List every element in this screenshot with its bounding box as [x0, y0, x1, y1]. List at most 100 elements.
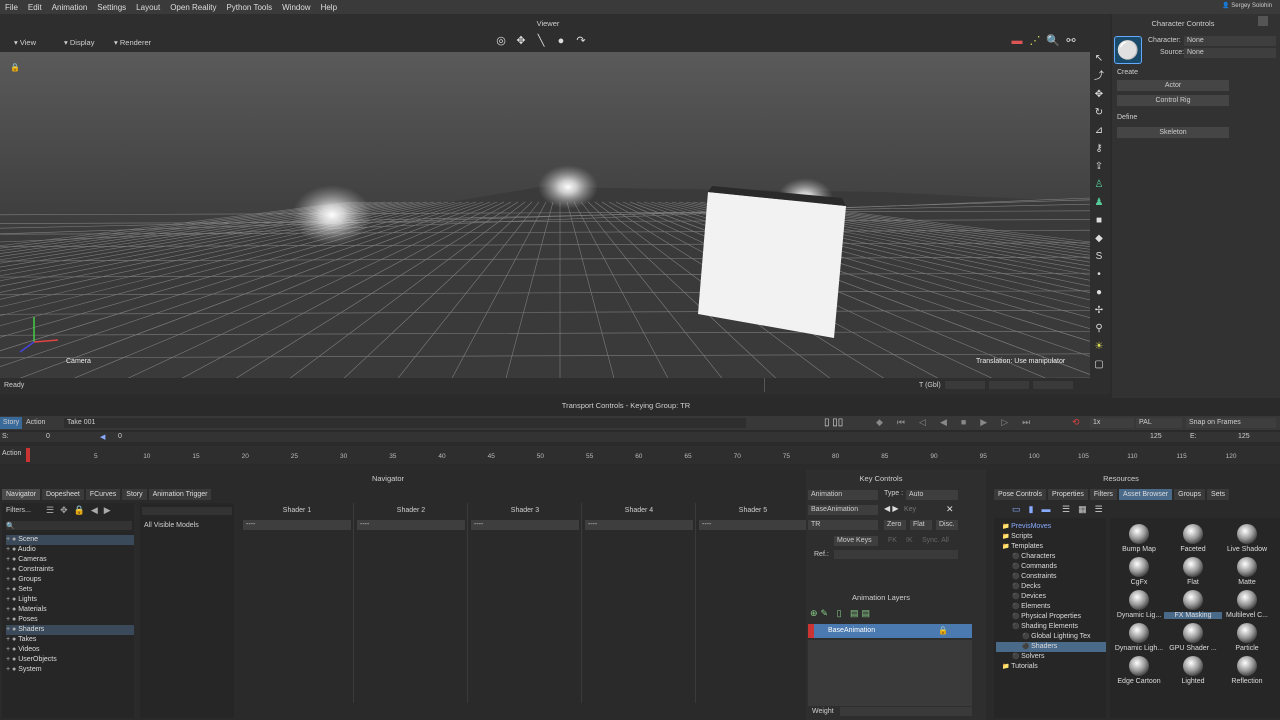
cube-icon[interactable]: ■ [1092, 214, 1106, 228]
asset-item[interactable]: FX Masking [1164, 588, 1222, 621]
asset-tree-item[interactable]: ⚫ Shaders [996, 642, 1106, 652]
asset-item[interactable]: Particle [1218, 621, 1276, 654]
search-2d-icon[interactable]: 🔍 [1046, 34, 1060, 48]
zoom-icon[interactable]: ● [554, 34, 568, 48]
key-nav-icons[interactable]: ◀ ▶ [884, 504, 899, 513]
asset-tree-item[interactable]: ⚫ Constraints [996, 572, 1106, 582]
display-button[interactable]: ▾ Display [56, 38, 94, 48]
tree-item[interactable]: + ● Shaders [6, 625, 134, 635]
tree-toolbar-icons[interactable]: ☰✥🔒◀▶ [46, 505, 117, 516]
asset-item[interactable]: Faceted [1164, 522, 1222, 555]
curve-icon[interactable]: S [1092, 250, 1106, 264]
tab-story[interactable]: Story [122, 489, 147, 500]
type-select[interactable]: Auto [906, 490, 958, 500]
coord-x[interactable] [945, 381, 985, 389]
menu-window[interactable]: Window [277, 3, 315, 12]
export-icon[interactable]: ⇪ [1092, 160, 1106, 174]
tree-item[interactable]: + ● Sets [6, 585, 134, 595]
current-frame-field[interactable]: 0 [118, 433, 122, 440]
story-toggle[interactable]: Story [0, 417, 22, 429]
asset-item[interactable]: CgFx [1110, 555, 1168, 588]
sync-all-button[interactable]: Sync. All [922, 537, 949, 544]
layer-select[interactable]: BaseAnimation [808, 505, 878, 515]
menu-animation[interactable]: Animation [47, 3, 93, 12]
key-icon[interactable]: ⚷ [1092, 142, 1106, 156]
menu-layout[interactable]: Layout [131, 3, 165, 12]
speed-select[interactable]: 1x [1090, 418, 1134, 428]
character-icon[interactable]: ♙ [1092, 178, 1106, 192]
light-icon[interactable]: ☀ [1092, 340, 1106, 354]
asset-tree-item[interactable]: 📁 Templates [996, 542, 1106, 552]
rotate-icon[interactable]: ↻ [1092, 106, 1106, 120]
body-icon[interactable]: ♟ [1092, 196, 1106, 210]
action-toggle[interactable]: Action [26, 419, 45, 426]
tab-properties[interactable]: Properties [1047, 489, 1088, 500]
tree-item[interactable]: + ● Lights [6, 595, 134, 605]
asset-tree-item[interactable]: ⚫ Decks [996, 582, 1106, 592]
take-select[interactable]: Take 001 [64, 418, 746, 428]
rotate-icon[interactable]: ↷ [574, 34, 588, 48]
asset-tree-item[interactable]: 📁 Scripts [996, 532, 1106, 542]
asset-tree-item[interactable]: ⚫ Shading Elements [996, 622, 1106, 632]
key-button[interactable]: Key [904, 506, 916, 513]
character-select[interactable]: None [1184, 36, 1276, 46]
chain-icon[interactable]: ⚲ [1092, 322, 1106, 336]
tree-item[interactable]: + ● Groups [6, 575, 134, 585]
translate-icon[interactable]: ⤴ [1092, 70, 1106, 84]
marker-icon[interactable]: • [1092, 268, 1106, 282]
select-icon[interactable]: ↖ [1092, 52, 1106, 66]
disc-button[interactable]: Disc. [936, 520, 958, 530]
asset-tree-item[interactable]: ⚫ Devices [996, 592, 1106, 602]
move-icon[interactable]: ✥ [514, 34, 528, 48]
pen-icon[interactable]: ╲ [534, 34, 548, 48]
navigator-search[interactable]: 🔍 [6, 521, 132, 530]
asset-item[interactable]: Multilevel C... [1218, 588, 1276, 621]
move-icon[interactable]: ✥ [1092, 88, 1106, 102]
asset-item[interactable]: Bump Map [1110, 522, 1168, 555]
asset-item[interactable]: GPU Shader ... [1164, 621, 1222, 654]
all-visible-models[interactable]: All Visible Models [144, 522, 199, 529]
asset-tree-item[interactable]: 📁 PrevisMoves [996, 522, 1106, 532]
asset-tree-item[interactable]: ⚫ Solvers [996, 652, 1106, 662]
tab-asset-browser[interactable]: Asset Browser [1118, 489, 1173, 500]
asset-item[interactable]: Dynamic Ligh... [1110, 621, 1168, 654]
panel-float-icon[interactable] [1258, 16, 1268, 26]
scale-icon[interactable]: ⊿ [1092, 124, 1106, 138]
asset-list-icons[interactable]: ☰▦☰ [1062, 504, 1111, 515]
fps-select[interactable]: PAL [1136, 418, 1182, 428]
delete-key-icon[interactable]: ✕ [946, 504, 954, 515]
end-field[interactable]: 125 [1238, 433, 1250, 440]
tree-item[interactable]: + ● Videos [6, 645, 134, 655]
shader-dropdown[interactable]: ---- [243, 520, 351, 530]
asset-tree-item[interactable]: ⚫ Physical Properties [996, 612, 1106, 622]
coord-z[interactable] [1033, 381, 1073, 389]
film-icon[interactable]: ▬ [1010, 34, 1024, 48]
asset-item[interactable]: Edge Cartoon [1110, 654, 1168, 687]
tab-dopesheet[interactable]: Dopesheet [41, 489, 84, 500]
renderer-button[interactable]: ▾ Renderer [106, 38, 151, 48]
tree-item[interactable]: + ● UserObjects [6, 655, 134, 665]
filters-button[interactable]: Filters... [6, 507, 31, 514]
ik-button[interactable]: IK [906, 537, 913, 544]
asset-tree-item[interactable]: ⚫ Elements [996, 602, 1106, 612]
asset-item[interactable]: Reflection [1218, 654, 1276, 687]
tab-filters[interactable]: Filters [1089, 489, 1117, 500]
playback-buttons[interactable]: ◆⏮◁◀■▶▷⏭ [876, 417, 1044, 428]
menu-python-tools[interactable]: Python Tools [221, 3, 277, 12]
asset-item[interactable]: Dynamic Lig... [1110, 588, 1168, 621]
start-field[interactable]: 0 [46, 433, 50, 440]
menu-edit[interactable]: Edit [23, 3, 47, 12]
tree-item[interactable]: + ● Materials [6, 605, 134, 615]
weight-slider[interactable] [840, 707, 972, 716]
shader-dropdown[interactable]: ---- [471, 520, 579, 530]
asset-view-icons[interactable]: ▭▮▬ [1012, 504, 1058, 515]
shader-dropdown[interactable]: ---- [357, 520, 465, 530]
timeline-ruler[interactable]: Action 5 10 15 20 25 30 35 40 45 50 55 60 65 70 75 80 85… [0, 446, 1280, 464]
asset-tree-item[interactable]: ⚫ Commands [996, 562, 1106, 572]
character-logo-icon[interactable]: ⚪ [1114, 36, 1142, 64]
asset-item[interactable]: Live Shadow [1218, 522, 1276, 555]
control-rig-button[interactable]: Control Rig [1117, 95, 1229, 106]
tab-navigator[interactable]: Navigator [2, 489, 40, 500]
tab-pose-controls[interactable]: Pose Controls [994, 489, 1046, 500]
flat-button[interactable]: Flat [910, 520, 932, 530]
